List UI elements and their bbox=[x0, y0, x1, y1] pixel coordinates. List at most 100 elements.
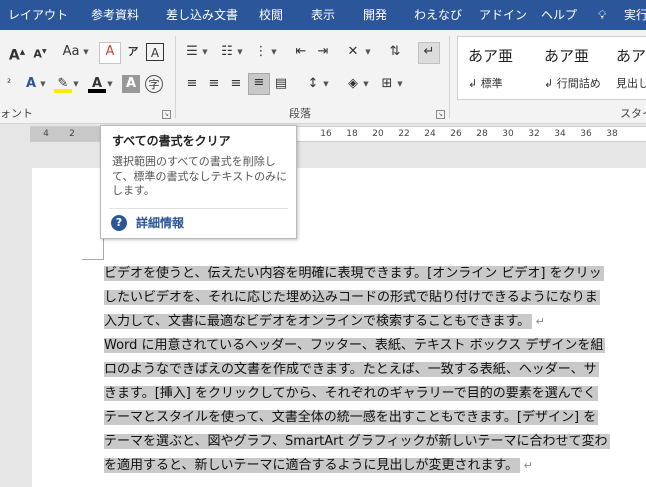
chevron-down-icon[interactable]: ▼ bbox=[236, 43, 244, 61]
character-border-icon[interactable]: A bbox=[146, 43, 164, 61]
superscript-icon[interactable]: ² bbox=[0, 75, 18, 93]
font-group-label: ォント bbox=[0, 107, 33, 120]
chevron-down-icon[interactable]: ▼ bbox=[364, 43, 372, 61]
style-sample: あア亜 bbox=[468, 47, 514, 65]
ruler-tick: 28 bbox=[476, 129, 488, 139]
character-shading-icon[interactable]: A bbox=[122, 75, 140, 93]
paragraph-group-label: 段落 bbox=[289, 107, 311, 120]
line-text: を適用すると、新しいテーマに適合するように見出しが変更されます。 bbox=[104, 458, 521, 473]
justify-icon[interactable]: ≡ bbox=[248, 73, 270, 95]
tab-view[interactable]: 表示 bbox=[311, 0, 335, 30]
ruler-tick: 16 bbox=[320, 129, 332, 139]
increase-indent-icon[interactable]: ⇥ bbox=[314, 43, 332, 61]
tab-addin[interactable]: アドイン bbox=[479, 0, 527, 30]
align-center-icon[interactable]: ≡ bbox=[205, 75, 223, 93]
ruler-tick: 38 bbox=[606, 129, 618, 139]
numbering-icon[interactable]: ☷ bbox=[218, 43, 236, 61]
align-left-icon[interactable]: ≡ bbox=[183, 75, 201, 93]
ribbon-tab-bar: レイアウト 参考資料 差し込み文書 校閲 表示 開発 わえなび アドイン ヘルプ… bbox=[0, 0, 646, 30]
style-no-spacing[interactable]: あア亜 ↲ 行間詰め bbox=[534, 37, 614, 99]
style-normal[interactable]: あア亜 ↲ 標準 bbox=[458, 37, 538, 99]
tab-help[interactable]: ヘルプ bbox=[541, 0, 577, 30]
document-canvas: ビデオを使うと、伝えたい内容を明確に表現できます。[オンライン ビデオ] をクリ… bbox=[0, 142, 646, 487]
text-line[interactable]: テーマを選ぶと、図やグラフ、SmartArt グラフィックが新しいテーマに合わせ… bbox=[104, 430, 610, 454]
styles-group-label: スタイ bbox=[620, 107, 646, 120]
text-line[interactable]: したいビデオを、それに応じた埋め込みコードの形式で貼り付けできるようになりま bbox=[104, 286, 600, 310]
chevron-down-icon[interactable]: ▼ bbox=[322, 75, 330, 93]
text-line[interactable]: きます。[挿入] をクリックしてから、それぞれのギャラリーで目的の要素を選んでく bbox=[104, 382, 599, 406]
chevron-down-icon[interactable]: ▼ bbox=[82, 43, 90, 61]
chevron-down-icon[interactable]: ▼ bbox=[201, 43, 209, 61]
ruler-tick: 22 bbox=[398, 129, 410, 139]
chevron-down-icon[interactable]: ▼ bbox=[39, 75, 47, 93]
ruler-tick: 20 bbox=[372, 129, 384, 139]
styles-gallery: あア亜 ↲ 標準 あア亜 ↲ 行間詰め あア 見出し bbox=[457, 36, 646, 100]
chevron-down-icon[interactable]: ▼ bbox=[396, 75, 404, 93]
tab-wanabi[interactable]: わえなび bbox=[414, 0, 462, 30]
shading-icon[interactable]: ◈ bbox=[344, 75, 362, 93]
text-line[interactable]: テーマとスタイルを使って、文書全体の統一感を出すこともできます。[デザイン] を bbox=[104, 406, 599, 430]
chevron-down-icon[interactable]: ▼ bbox=[270, 43, 278, 61]
text-effects-icon[interactable]: A bbox=[22, 75, 40, 93]
enclose-characters-icon[interactable]: 字 bbox=[145, 75, 163, 93]
ribbon: A▲ A▼ Aa ▼ A ア A ² A ▼ ✎ ▼ A ▼ A 字 ォント ↘… bbox=[0, 30, 646, 124]
line-text: Word に用意されているヘッダー、フッター、表紙、テキスト ボックス デザイン… bbox=[104, 338, 606, 353]
tooltip-divider bbox=[109, 208, 288, 209]
group-separator bbox=[175, 36, 176, 118]
text-line[interactable]: ビデオを使うと、伝えたい内容を明確に表現できます。[オンライン ビデオ] をクリ… bbox=[104, 262, 604, 286]
sort-icon[interactable]: ⇅ bbox=[386, 43, 404, 61]
clear-formatting-icon[interactable]: A bbox=[99, 42, 121, 64]
tooltip-description: 選択範囲のすべての書式を削除して、標準の書式なしテキストのみにします。 bbox=[112, 155, 288, 197]
line-spacing-icon[interactable]: ↕ bbox=[304, 75, 322, 93]
ruler-tick: 30 bbox=[502, 129, 514, 139]
font-dialog-launcher-icon[interactable]: ↘ bbox=[162, 110, 171, 119]
ruler-tick: 24 bbox=[424, 129, 436, 139]
line-text: ロのようなできばえの文書を作成できます。たとえば、一致する表紙、ヘッダー、サ bbox=[104, 362, 599, 377]
tab-review[interactable]: 校閲 bbox=[259, 0, 283, 30]
multilevel-list-icon[interactable]: ⋮ bbox=[252, 43, 270, 61]
ruler-tick: 2 bbox=[69, 129, 75, 139]
tab-mailings[interactable]: 差し込み文書 bbox=[166, 0, 238, 30]
shrink-font-icon[interactable]: A▼ bbox=[31, 43, 49, 61]
paragraph-dialog-launcher-icon[interactable]: ↘ bbox=[436, 110, 445, 119]
text-line[interactable]: Word に用意されているヘッダー、フッター、表紙、テキスト ボックス デザイン… bbox=[104, 334, 606, 358]
ruler-tick: 34 bbox=[554, 129, 566, 139]
grow-font-icon[interactable]: A▲ bbox=[8, 43, 26, 64]
text-line[interactable]: ロのようなできばえの文書を作成できます。たとえば、一致する表紙、ヘッダー、サ bbox=[104, 358, 599, 382]
tooltip-help-link[interactable]: 詳細情報 bbox=[136, 215, 184, 231]
line-text: したいビデオを、それに応じた埋め込みコードの形式で貼り付けできるようになりま bbox=[104, 290, 600, 305]
text-line[interactable]: を適用すると、新しいテーマに適合するように見出しが変更されます。 ↵ bbox=[104, 454, 533, 478]
style-sample: あア bbox=[616, 47, 646, 65]
line-text: きます。[挿入] をクリックしてから、それぞれのギャラリーで目的の要素を選んでく bbox=[104, 386, 599, 401]
tooltip-title: すべての書式をクリア bbox=[112, 134, 231, 148]
ruler-tick: 18 bbox=[346, 129, 358, 139]
line-text: 入力して、文書に最適なビデオをオンラインで検索することもできます。 bbox=[104, 314, 533, 329]
chevron-down-icon[interactable]: ▼ bbox=[106, 75, 114, 93]
paragraph-mark-icon: ↵ bbox=[520, 459, 533, 472]
tell-me-label[interactable]: 実行 bbox=[624, 0, 646, 30]
tab-developer[interactable]: 開発 bbox=[363, 0, 387, 30]
tab-layout[interactable]: レイアウト bbox=[8, 0, 68, 30]
asian-layout-icon[interactable]: ✕ bbox=[344, 43, 362, 61]
line-text: ビデオを使うと、伝えたい内容を明確に表現できます。[オンライン ビデオ] をクリ… bbox=[104, 266, 604, 281]
text-line[interactable]: 入力して、文書に最適なビデオをオンラインで検索することもできます。 ↵ bbox=[104, 310, 545, 334]
ruler-tick: 4 bbox=[43, 129, 49, 139]
chevron-down-icon[interactable]: ▼ bbox=[362, 75, 370, 93]
show-formatting-marks-icon[interactable]: ↵ bbox=[418, 42, 440, 64]
font-color-icon[interactable]: A bbox=[88, 75, 106, 93]
align-right-icon[interactable]: ≡ bbox=[227, 75, 245, 93]
borders-icon[interactable]: ⊞ bbox=[378, 75, 396, 93]
change-case-button[interactable]: Aa bbox=[58, 43, 84, 61]
ruler-tick: 26 bbox=[450, 129, 462, 139]
phonetic-guide-icon[interactable]: ア bbox=[124, 43, 142, 61]
distributed-icon[interactable]: ▤ bbox=[272, 75, 290, 93]
bullets-icon[interactable]: ☰ bbox=[183, 43, 201, 61]
clear-formatting-tooltip: すべての書式をクリア 選択範囲のすべての書式を削除して、標準の書式なしテキストの… bbox=[100, 125, 297, 239]
tab-references[interactable]: 参考資料 bbox=[91, 0, 139, 30]
ruler-tick: 32 bbox=[528, 129, 540, 139]
chevron-down-icon[interactable]: ▼ bbox=[72, 75, 80, 93]
highlight-color-icon[interactable]: ✎ bbox=[54, 75, 72, 93]
decrease-indent-icon[interactable]: ⇤ bbox=[292, 43, 310, 61]
help-icon[interactable]: ? bbox=[111, 215, 127, 231]
style-heading[interactable]: あア 見出し bbox=[606, 37, 646, 99]
